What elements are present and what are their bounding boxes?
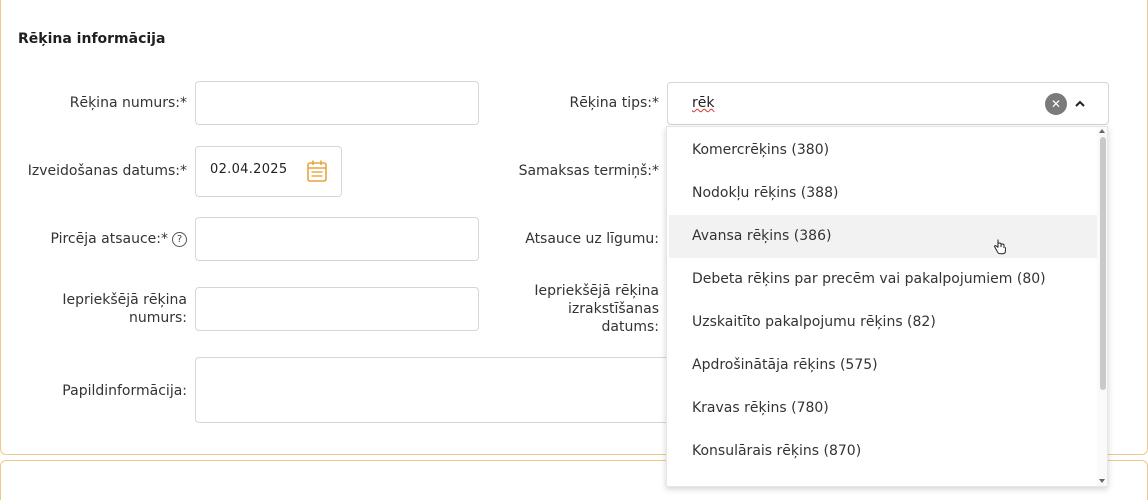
previous-invoice-date-label-line2: izrakstīšanas bbox=[568, 301, 659, 317]
invoice-type-search-value[interactable]: rēk bbox=[692, 95, 714, 111]
invoice-number-input[interactable] bbox=[195, 81, 479, 125]
dropdown-option[interactable]: Komercrēķins (380) bbox=[669, 129, 1097, 172]
scroll-up-arrow-icon[interactable] bbox=[1099, 129, 1105, 133]
dropdown-option[interactable]: Nodokļu rēķins (388) bbox=[669, 172, 1097, 215]
clear-icon[interactable]: ✕ bbox=[1045, 93, 1067, 115]
dropdown-option[interactable]: Uzskaitīto pakalpojumu rēķins (82) bbox=[669, 301, 1097, 344]
contract-reference-label: Atsauce uz līgumu: bbox=[525, 231, 659, 247]
help-circle-icon[interactable]: ? bbox=[172, 232, 187, 247]
scroll-down-arrow-icon[interactable] bbox=[1099, 479, 1105, 483]
invoice-type-dropdown: Komercrēķins (380) Nodokļu rēķins (388) … bbox=[666, 126, 1108, 487]
creation-date-input[interactable]: 02.04.2025 bbox=[195, 146, 342, 197]
dropdown-option[interactable]: Debeta rēķins par precēm vai pakalpojumi… bbox=[669, 258, 1097, 301]
previous-invoice-date-label-line3: datums: bbox=[601, 319, 659, 335]
dropdown-option[interactable]: Konsulārais rēķins (870) bbox=[669, 430, 1097, 473]
dropdown-option[interactable]: Avansa rēķins (386) bbox=[669, 215, 1097, 258]
payment-term-label: Samaksas termiņš:* bbox=[518, 163, 659, 179]
section-title: Rēķina informācija bbox=[18, 31, 166, 47]
previous-invoice-date-label: Iepriekšējā rēķina izrakstīšanas datums: bbox=[501, 282, 659, 336]
previous-invoice-date-label-line1: Iepriekšējā rēķina bbox=[534, 283, 659, 299]
invoice-number-label: Rēķina numurs:* bbox=[69, 95, 187, 111]
hand-cursor-icon bbox=[993, 239, 1006, 255]
creation-date-value: 02.04.2025 bbox=[210, 162, 288, 177]
additional-info-label: Papildinformācija: bbox=[62, 383, 187, 399]
invoice-type-label: Rēķina tips:* bbox=[569, 95, 659, 111]
previous-invoice-number-label-line1: Iepriekšējā rēķina bbox=[62, 292, 187, 308]
buyer-reference-label: Pircēja atsauce:*? bbox=[21, 230, 187, 248]
calendar-icon[interactable] bbox=[306, 159, 328, 183]
buyer-reference-input[interactable] bbox=[195, 217, 479, 261]
previous-invoice-number-label: Iepriekšējā rēķina numurs: bbox=[21, 291, 187, 327]
dropdown-scrollbar-thumb[interactable] bbox=[1100, 137, 1106, 390]
previous-invoice-number-label-line2: numurs: bbox=[128, 310, 187, 326]
chevron-up-icon[interactable] bbox=[1072, 93, 1088, 115]
dropdown-option[interactable]: Apdrošinātāja rēķins (575) bbox=[669, 344, 1097, 387]
creation-date-label: Izveidošanas datums:* bbox=[27, 163, 187, 179]
previous-invoice-number-input[interactable] bbox=[195, 287, 479, 331]
buyer-reference-label-text: Pircēja atsauce:* bbox=[50, 231, 168, 247]
invoice-type-select[interactable]: rēk ✕ bbox=[667, 82, 1109, 125]
additional-info-textarea[interactable] bbox=[195, 357, 675, 423]
dropdown-option[interactable]: Kravas rēķins (780) bbox=[669, 387, 1097, 430]
